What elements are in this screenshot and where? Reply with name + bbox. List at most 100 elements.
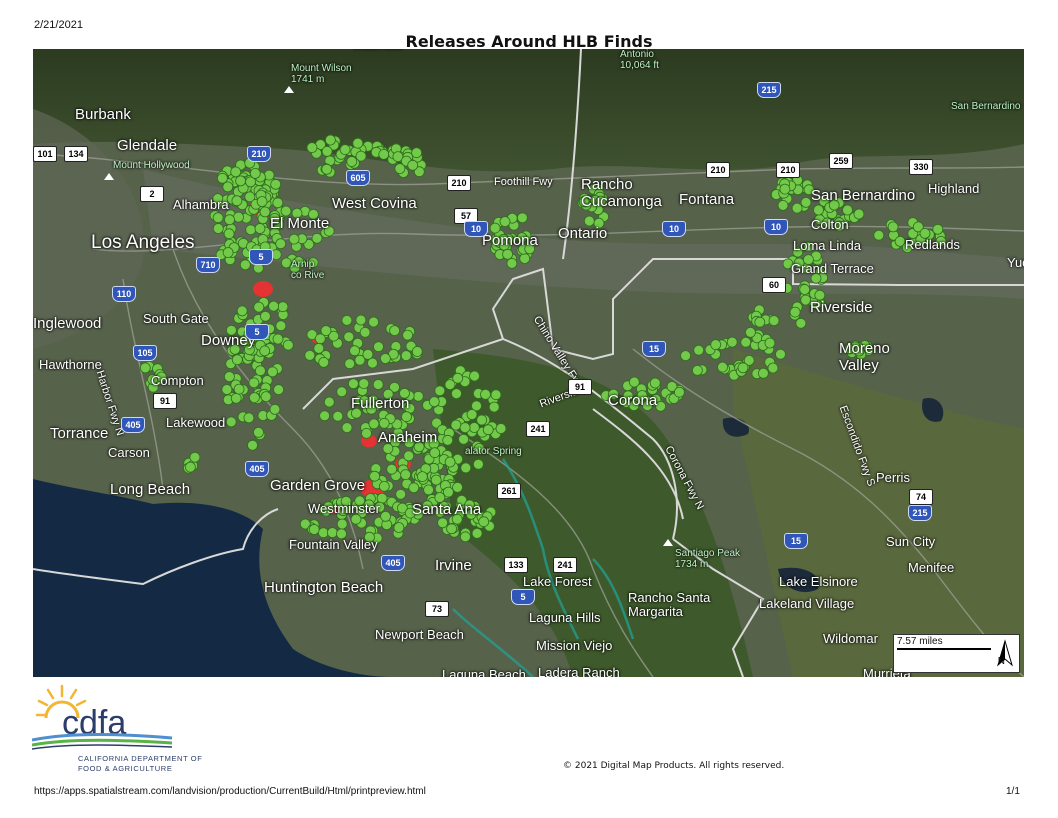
release-marker[interactable]: [459, 422, 471, 434]
release-marker[interactable]: [799, 284, 811, 295]
release-marker[interactable]: [361, 427, 372, 439]
release-marker[interactable]: [233, 211, 244, 223]
release-marker[interactable]: [275, 238, 287, 250]
release-marker[interactable]: [693, 344, 705, 356]
release-marker[interactable]: [459, 531, 471, 543]
release-marker[interactable]: [372, 379, 384, 390]
release-marker[interactable]: [767, 362, 779, 374]
release-marker[interactable]: [471, 527, 483, 539]
release-marker[interactable]: [472, 458, 484, 470]
release-marker[interactable]: [275, 320, 287, 332]
release-marker[interactable]: [444, 379, 456, 391]
release-marker[interactable]: [416, 471, 428, 483]
release-marker[interactable]: [282, 339, 294, 351]
release-marker[interactable]: [346, 156, 358, 167]
release-marker[interactable]: [347, 378, 359, 390]
release-marker[interactable]: [726, 336, 738, 348]
release-marker[interactable]: [423, 484, 435, 496]
release-marker[interactable]: [321, 163, 333, 175]
release-marker[interactable]: [239, 259, 251, 271]
release-marker[interactable]: [223, 228, 235, 240]
release-marker[interactable]: [373, 341, 384, 353]
release-marker[interactable]: [692, 364, 703, 376]
release-marker[interactable]: [212, 223, 224, 234]
release-marker[interactable]: [248, 377, 260, 389]
release-marker[interactable]: [245, 224, 257, 236]
release-marker[interactable]: [450, 419, 462, 431]
release-marker[interactable]: [380, 510, 392, 522]
release-marker[interactable]: [412, 390, 424, 402]
release-marker[interactable]: [248, 392, 260, 404]
release-marker[interactable]: [288, 233, 300, 245]
release-marker[interactable]: [318, 356, 330, 368]
release-marker[interactable]: [313, 342, 325, 354]
release-marker[interactable]: [249, 168, 261, 179]
release-marker[interactable]: [407, 159, 419, 171]
release-marker[interactable]: [411, 346, 423, 357]
release-marker[interactable]: [230, 392, 242, 404]
release-marker[interactable]: [768, 315, 780, 327]
release-marker[interactable]: [476, 414, 488, 426]
release-marker[interactable]: [358, 378, 370, 390]
release-marker[interactable]: [268, 300, 280, 312]
release-marker[interactable]: [272, 197, 284, 209]
release-marker[interactable]: [378, 480, 390, 492]
release-marker[interactable]: [341, 314, 353, 326]
release-marker[interactable]: [674, 386, 685, 398]
release-marker[interactable]: [519, 253, 531, 264]
release-marker[interactable]: [482, 424, 494, 436]
release-marker[interactable]: [256, 196, 268, 207]
release-marker[interactable]: [446, 523, 458, 535]
release-marker[interactable]: [212, 212, 224, 224]
release-marker[interactable]: [488, 401, 500, 413]
release-marker[interactable]: [460, 462, 472, 474]
release-marker[interactable]: [408, 482, 420, 494]
release-marker[interactable]: [393, 522, 405, 533]
release-marker[interactable]: [400, 469, 412, 481]
release-marker[interactable]: [222, 181, 234, 193]
release-marker[interactable]: [649, 377, 661, 389]
release-marker[interactable]: [341, 422, 353, 434]
release-marker[interactable]: [253, 426, 264, 438]
release-marker[interactable]: [378, 149, 390, 160]
release-marker[interactable]: [499, 216, 511, 228]
release-marker[interactable]: [451, 388, 462, 400]
release-marker[interactable]: [442, 434, 454, 446]
release-marker[interactable]: [437, 517, 449, 529]
release-marker[interactable]: [791, 202, 803, 214]
release-marker[interactable]: [304, 349, 316, 361]
release-marker[interactable]: [260, 391, 272, 403]
release-marker[interactable]: [403, 450, 415, 462]
release-marker[interactable]: [628, 376, 640, 388]
release-marker[interactable]: [355, 314, 367, 326]
release-marker[interactable]: [336, 386, 348, 398]
release-marker[interactable]: [223, 371, 235, 383]
release-marker[interactable]: [230, 166, 242, 178]
release-marker[interactable]: [352, 137, 364, 149]
release-marker[interactable]: [273, 384, 285, 396]
release-marker[interactable]: [452, 481, 463, 493]
release-marker[interactable]: [430, 474, 442, 486]
release-marker[interactable]: [263, 169, 275, 181]
release-marker[interactable]: [502, 248, 514, 260]
release-marker[interactable]: [789, 306, 801, 318]
release-marker[interactable]: [411, 147, 423, 159]
release-marker[interactable]: [740, 336, 752, 348]
release-marker[interactable]: [319, 410, 331, 422]
release-marker[interactable]: [259, 345, 271, 357]
release-marker[interactable]: [442, 486, 454, 498]
release-marker[interactable]: [324, 134, 336, 146]
release-marker[interactable]: [777, 199, 789, 211]
release-marker[interactable]: [795, 317, 807, 329]
release-marker[interactable]: [775, 348, 786, 360]
release-marker[interactable]: [272, 333, 284, 345]
release-marker[interactable]: [680, 350, 691, 362]
release-marker[interactable]: [490, 389, 502, 401]
release-marker[interactable]: [308, 524, 320, 535]
release-marker[interactable]: [267, 366, 278, 378]
release-marker[interactable]: [469, 370, 480, 382]
release-marker[interactable]: [184, 461, 196, 473]
release-marker[interactable]: [400, 350, 412, 362]
release-marker[interactable]: [887, 221, 899, 233]
release-marker[interactable]: [343, 331, 355, 343]
